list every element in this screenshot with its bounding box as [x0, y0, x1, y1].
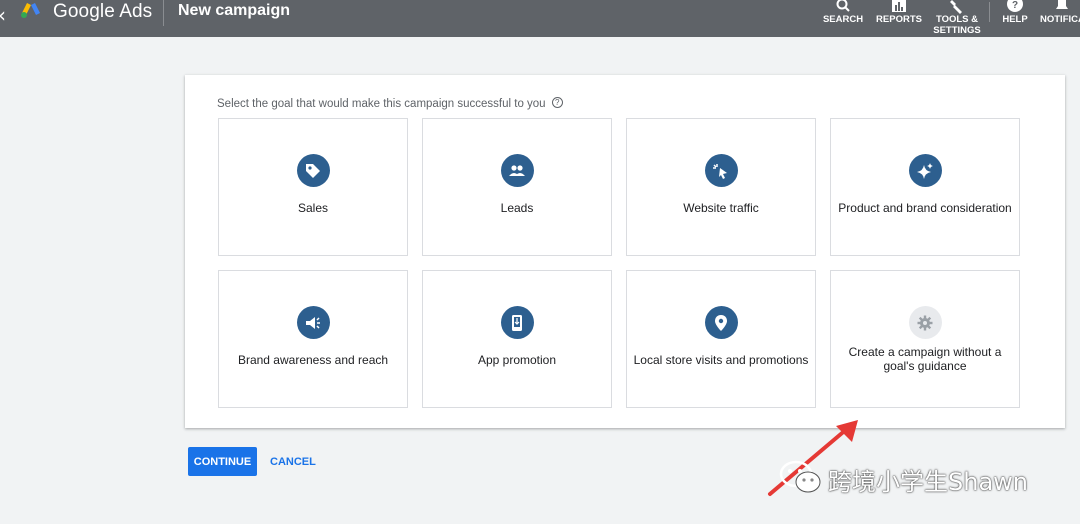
gear-icon [908, 306, 942, 339]
notifications-label: NOTIFICATIONS [1040, 14, 1080, 25]
app-header: ‹ Google Ads New campaign SEARCH REPORTS… [0, 0, 1080, 37]
goal-card-local-store-visits[interactable]: Local store visits and promotions [626, 270, 816, 408]
goal-card-leads[interactable]: Leads [422, 118, 612, 256]
tools-settings-button[interactable]: TOOLS & SETTINGS [932, 0, 982, 36]
tools-label: TOOLS & SETTINGS [933, 14, 981, 36]
page-title: New campaign [178, 2, 291, 19]
goal-label: Leads [500, 201, 534, 215]
reports-label: REPORTS [876, 14, 922, 25]
header-divider [163, 0, 164, 26]
help-icon: ? [1007, 0, 1023, 12]
goal-card-product-brand-consideration[interactable]: Product and brand consideration [830, 118, 1020, 256]
goal-prompt: Select the goal that would make this cam… [217, 97, 563, 110]
watermark-text: 跨境小学生Shawn [828, 468, 1028, 496]
google-ads-logo [21, 3, 40, 18]
goal-card-brand-awareness[interactable]: Brand awareness and reach [218, 270, 408, 408]
help-label: HELP [1002, 14, 1028, 25]
back-arrow-icon[interactable]: ‹ [0, 3, 6, 27]
goal-card-no-goal-guidance[interactable]: Create a campaign without a goal's guida… [830, 270, 1020, 408]
goal-label: Local store visits and promotions [633, 353, 809, 367]
continue-button[interactable]: CONTINUE [188, 447, 257, 476]
goal-label: Product and brand consideration [838, 201, 1012, 215]
sparkle-icon [908, 154, 942, 187]
wrench-icon [950, 0, 962, 14]
goal-label: App promotion [477, 353, 557, 367]
search-label: SEARCH [822, 14, 864, 25]
goal-selection-card: Select the goal that would make this cam… [185, 75, 1065, 428]
goal-card-website-traffic[interactable]: Website traffic [626, 118, 816, 256]
goal-label: Create a campaign without a goal's guida… [848, 345, 1002, 373]
people-icon [500, 154, 534, 187]
phone-download-icon [500, 306, 534, 339]
reports-icon [892, 0, 906, 12]
goal-label: Website traffic [683, 201, 759, 215]
svg-text:?: ? [1012, 0, 1018, 11]
bell-icon [1056, 0, 1068, 9]
help-circle-icon[interactable]: ? [551, 97, 563, 108]
goal-prompt-text: Select the goal that would make this cam… [217, 98, 546, 110]
megaphone-icon [296, 306, 330, 339]
wechat-logo-icon [779, 460, 821, 493]
map-pin-icon [704, 306, 738, 339]
help-button[interactable]: ? HELP [996, 0, 1034, 25]
cursor-click-icon [704, 154, 738, 187]
header-separator [989, 2, 990, 22]
goal-card-app-promotion[interactable]: App promotion [422, 270, 612, 408]
goal-label: Sales [297, 201, 329, 215]
search-button[interactable]: SEARCH [822, 0, 864, 25]
goal-card-sales[interactable]: Sales [218, 118, 408, 256]
notifications-button[interactable]: NOTIFICATIONS [1040, 0, 1080, 25]
search-icon [836, 0, 850, 12]
goal-label: Brand awareness and reach [237, 353, 389, 367]
tag-icon [296, 154, 330, 187]
cancel-button[interactable]: CANCEL [266, 447, 320, 476]
brand-name: Google Ads [53, 1, 153, 22]
reports-button[interactable]: REPORTS [874, 0, 924, 25]
